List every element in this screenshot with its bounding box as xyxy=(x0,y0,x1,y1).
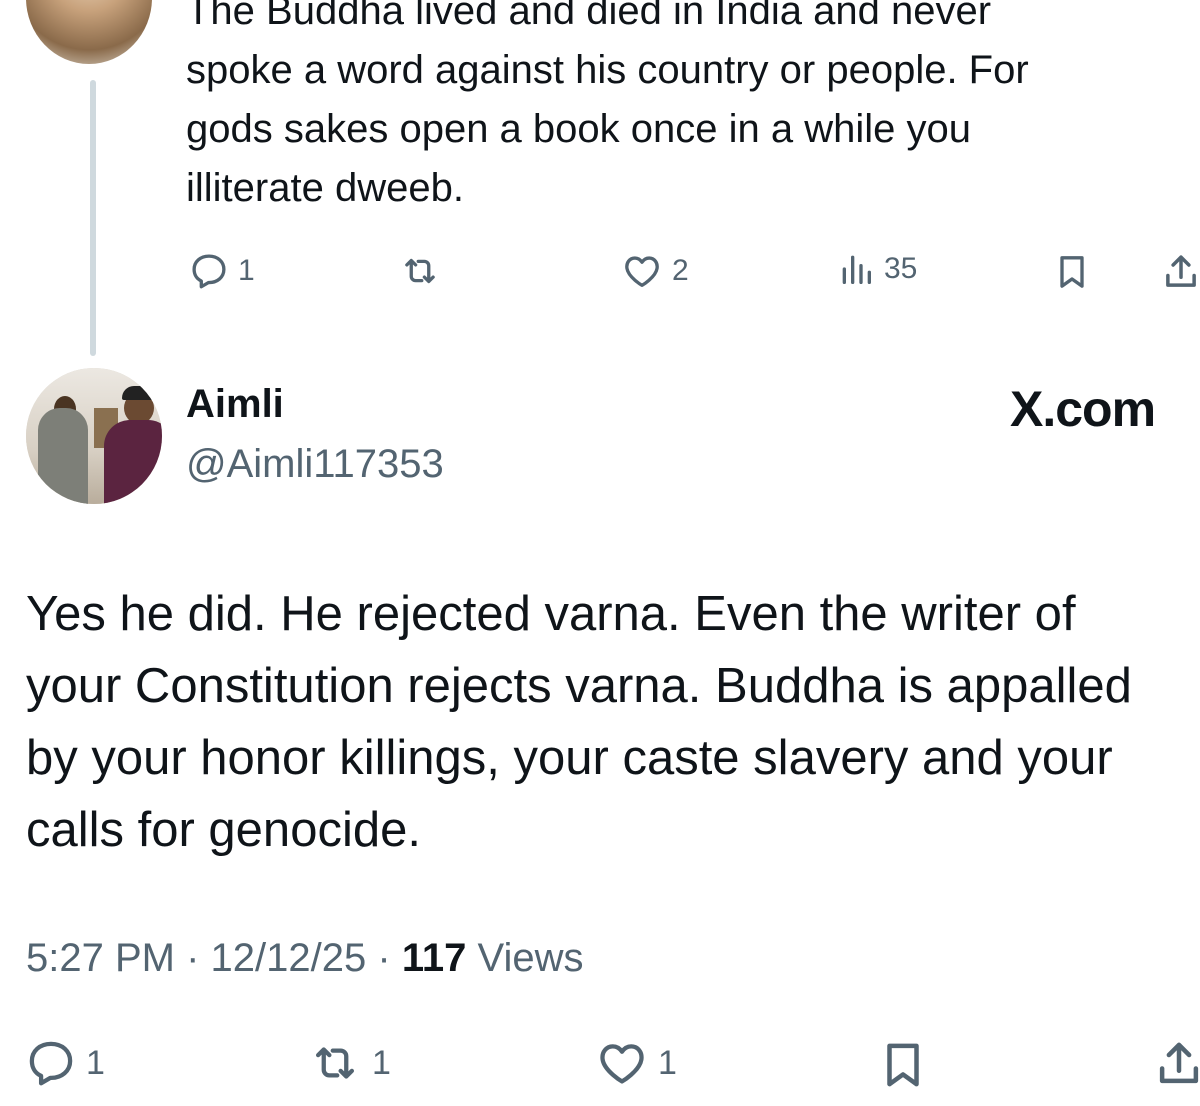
meta-separator: · xyxy=(186,936,200,980)
like-button[interactable]: 1 xyxy=(594,1036,677,1090)
tweet-text-line: calls for genocide. xyxy=(26,803,421,857)
xcom-watermark: X.com xyxy=(1010,381,1156,437)
retweet-button[interactable]: 1 xyxy=(306,1036,391,1090)
retweet-count: 1 xyxy=(372,1043,391,1082)
tweet-time[interactable]: 5:27 PM xyxy=(26,936,175,980)
like-icon xyxy=(600,1044,644,1084)
avatar-detail xyxy=(104,420,162,504)
like-count: 1 xyxy=(658,1043,677,1082)
avatar-detail xyxy=(38,408,88,504)
retweet-icon xyxy=(405,258,435,284)
reply-button[interactable]: 1 xyxy=(24,1036,105,1090)
share-button[interactable] xyxy=(1152,1036,1200,1092)
views-count: 117 xyxy=(401,936,467,980)
parent-action-bar: 1 2 35 xyxy=(0,244,1200,300)
tweet-meta: 5:27 PM · 12/12/25 · 117 Views xyxy=(26,936,583,981)
display-name[interactable]: Aimli xyxy=(186,382,284,427)
like-icon xyxy=(625,256,659,288)
reply-icon xyxy=(29,1041,73,1086)
parent-retweet-button[interactable] xyxy=(398,250,450,292)
bookmark-icon xyxy=(1060,256,1084,288)
parent-view-count: 35 xyxy=(884,252,918,285)
parent-text-line: spoke a word against his country or peop… xyxy=(186,48,1029,92)
share-icon xyxy=(1159,1042,1199,1084)
thread-line xyxy=(90,80,96,356)
avatar-detail xyxy=(122,386,156,400)
avatar[interactable] xyxy=(26,368,162,504)
views-icon xyxy=(842,255,871,284)
parent-text-line: gods sakes open a book once in a while y… xyxy=(186,107,971,151)
reply-icon xyxy=(192,254,226,289)
retweet-icon xyxy=(315,1047,355,1079)
parent-reply-count: 1 xyxy=(238,254,255,287)
parent-like-count: 2 xyxy=(672,254,689,287)
views-label: Views xyxy=(477,936,584,980)
share-icon xyxy=(1166,255,1196,287)
action-bar: 1 1 1 xyxy=(0,1034,1200,1094)
user-handle[interactable]: @Aimli117353 xyxy=(186,442,444,487)
tweet-text-line: your Constitution rejects varna. Buddha … xyxy=(26,659,1132,713)
tweet-text-line: by your honor killings, your caste slave… xyxy=(26,731,1113,785)
meta-separator: · xyxy=(377,936,391,980)
parent-like-button[interactable]: 2 xyxy=(620,250,689,292)
tweet-date[interactable]: 12/12/25 xyxy=(211,936,367,980)
parent-views-button[interactable]: 35 xyxy=(836,248,917,290)
parent-reply-button[interactable]: 1 xyxy=(188,250,255,292)
parent-text-line: The Buddha lived and died in India and n… xyxy=(186,0,992,33)
parent-text-line: illiterate dweeb. xyxy=(186,166,464,210)
bookmark-icon xyxy=(887,1043,919,1087)
bookmark-button[interactable] xyxy=(876,1036,930,1094)
reply-count: 1 xyxy=(86,1043,105,1082)
parent-tweet-text: The Buddha lived and died in India and n… xyxy=(186,0,1186,218)
tweet-text: Yes he did. He rejected varna. Even the … xyxy=(26,578,1200,866)
parent-share-button[interactable] xyxy=(1160,250,1200,294)
parent-avatar[interactable] xyxy=(26,0,152,64)
parent-bookmark-button[interactable] xyxy=(1052,250,1092,294)
tweet-text-line: Yes he did. He rejected varna. Even the … xyxy=(26,587,1076,641)
